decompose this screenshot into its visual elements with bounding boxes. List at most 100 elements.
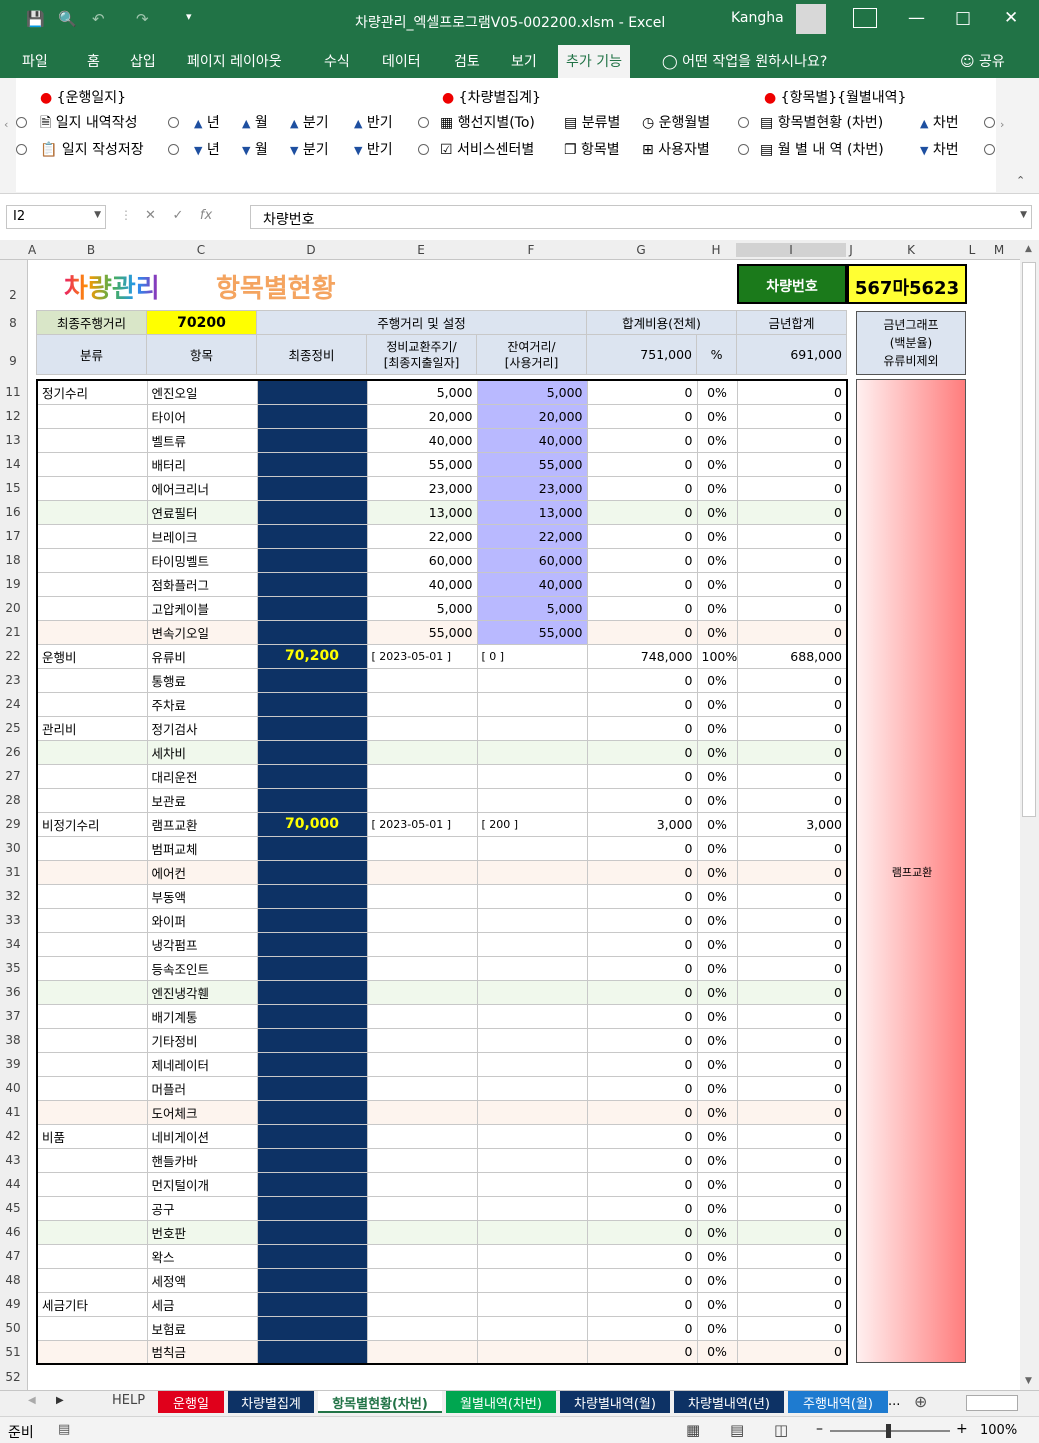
row-header[interactable]: 8 — [0, 316, 26, 330]
log-save-button[interactable]: 📋 일지 작성저장 — [40, 139, 144, 159]
last-service-cell[interactable] — [256, 1339, 368, 1365]
last-service-cell[interactable] — [256, 571, 368, 597]
category-cell[interactable] — [36, 571, 148, 597]
year-total-cell[interactable]: 0 — [736, 427, 848, 453]
user-button[interactable]: ⊞ 사용자별 — [642, 139, 710, 159]
year-total-cell[interactable]: 0 — [736, 547, 848, 573]
total-cost-cell[interactable]: 0 — [586, 907, 698, 933]
percent-cell[interactable]: 0% — [696, 403, 738, 429]
last-service-cell[interactable]: 70,200 — [256, 643, 368, 669]
year-total-cell[interactable]: 0 — [736, 571, 848, 597]
year-total-cell[interactable]: 0 — [736, 619, 848, 645]
last-service-cell[interactable] — [256, 1219, 368, 1245]
remaining-cell[interactable]: 22,000 — [476, 523, 588, 549]
remaining-cell[interactable] — [476, 1099, 588, 1125]
row-header[interactable]: 46 — [0, 1225, 26, 1239]
row-header[interactable]: 50 — [0, 1321, 26, 1335]
year-total-cell[interactable]: 0 — [736, 691, 848, 717]
total-cost-cell[interactable]: 0 — [586, 979, 698, 1005]
year-total-cell[interactable]: 0 — [736, 499, 848, 525]
percent-cell[interactable]: 0% — [696, 1123, 738, 1149]
last-service-cell[interactable] — [256, 691, 368, 717]
row-header[interactable]: 31 — [0, 865, 26, 879]
year-total-cell[interactable]: 0 — [736, 1123, 848, 1149]
year-total-cell[interactable]: 0 — [736, 1219, 848, 1245]
radio-group3-c[interactable] — [984, 114, 995, 130]
cycle-cell[interactable] — [366, 1051, 478, 1077]
sheet-tab[interactable]: 월별내역(차번) — [446, 1391, 556, 1413]
tab-review[interactable]: 검토 — [454, 51, 480, 71]
percent-cell[interactable]: 0% — [696, 667, 738, 693]
cycle-cell[interactable]: 55,000 — [366, 619, 478, 645]
percent-cell[interactable]: 0% — [696, 1219, 738, 1245]
last-service-cell[interactable] — [256, 763, 368, 789]
item-cell[interactable]: 도어체크 — [146, 1099, 258, 1125]
quarter-down-button[interactable]: ▼ 분기 — [290, 139, 329, 159]
total-cost-cell[interactable]: 0 — [586, 595, 698, 621]
last-service-cell[interactable] — [256, 1027, 368, 1053]
sheet-tab[interactable]: 운행일지 — [158, 1391, 224, 1431]
percent-cell[interactable]: 0% — [696, 787, 738, 813]
year-total-cell[interactable]: 688,000 — [736, 643, 848, 669]
category-cell[interactable] — [36, 595, 148, 621]
item-cell[interactable]: 공구 — [146, 1195, 258, 1221]
category-cell[interactable] — [36, 691, 148, 717]
item-cell[interactable]: 제네레이터 — [146, 1051, 258, 1077]
total-cost-cell[interactable]: 0 — [586, 1195, 698, 1221]
item-cell[interactable]: 네비게이션 — [146, 1123, 258, 1149]
cycle-cell[interactable] — [366, 883, 478, 909]
year-total-cell[interactable]: 0 — [736, 403, 848, 429]
year-total-cell[interactable]: 0 — [736, 1315, 848, 1341]
item-cell[interactable]: 타이밍벨트 — [146, 547, 258, 573]
item-cell[interactable]: 벨트류 — [146, 427, 258, 453]
col-header-f[interactable]: F — [476, 243, 586, 257]
last-service-cell[interactable] — [256, 883, 368, 909]
year-total-cell[interactable]: 3,000 — [736, 811, 848, 837]
row-header[interactable]: 34 — [0, 937, 26, 951]
last-service-cell[interactable] — [256, 1003, 368, 1029]
total-cost-cell[interactable]: 0 — [586, 667, 698, 693]
tab-page-layout[interactable]: 페이지 레이아웃 — [187, 51, 282, 71]
row-header[interactable]: 30 — [0, 841, 26, 855]
percent-cell[interactable]: 0% — [696, 763, 738, 789]
year-total-cell[interactable]: 0 — [736, 1243, 848, 1269]
last-service-cell[interactable] — [256, 379, 368, 405]
percent-cell[interactable]: 0% — [696, 571, 738, 597]
percent-cell[interactable]: 100% — [696, 643, 738, 669]
item-cell[interactable]: 와이퍼 — [146, 907, 258, 933]
remaining-cell[interactable]: 60,000 — [476, 547, 588, 573]
percent-cell[interactable]: 0% — [696, 811, 738, 837]
save-icon[interactable]: 💾 — [26, 10, 45, 28]
category-cell[interactable]: 정기수리 — [36, 379, 148, 405]
percent-cell[interactable]: 0% — [696, 1099, 738, 1125]
col-header-i[interactable]: I — [736, 243, 846, 257]
total-cost-cell[interactable]: 0 — [586, 1339, 698, 1365]
item-cell[interactable]: 통행료 — [146, 667, 258, 693]
cycle-cell[interactable] — [366, 1075, 478, 1101]
horizontal-scrollbar[interactable] — [966, 1395, 1018, 1411]
row-header[interactable]: 33 — [0, 913, 26, 927]
category-cell[interactable] — [36, 955, 148, 981]
col-header-d[interactable]: D — [256, 243, 366, 257]
percent-cell[interactable]: 0% — [696, 859, 738, 885]
redo-icon[interactable]: ↷ — [136, 10, 149, 28]
item-cell[interactable]: 등속조인트 — [146, 955, 258, 981]
year-total-cell[interactable]: 0 — [736, 739, 848, 765]
item-cell[interactable]: 보험료 — [146, 1315, 258, 1341]
category-cell[interactable] — [36, 763, 148, 789]
category-cell[interactable] — [36, 547, 148, 573]
minimize-icon[interactable]: — — [908, 8, 925, 28]
remaining-cell[interactable] — [476, 907, 588, 933]
row-header[interactable]: 9 — [0, 354, 26, 368]
percent-cell[interactable]: 0% — [696, 379, 738, 405]
year-total-cell[interactable]: 0 — [736, 1051, 848, 1077]
radio-group3-a[interactable] — [738, 114, 749, 130]
row-header[interactable]: 25 — [0, 721, 26, 735]
year-total-cell[interactable]: 0 — [736, 931, 848, 957]
row-header[interactable]: 24 — [0, 697, 26, 711]
item-button[interactable]: ❐ 항목별 — [564, 139, 620, 159]
last-service-cell[interactable] — [256, 1267, 368, 1293]
total-cost-cell[interactable]: 0 — [586, 1027, 698, 1053]
last-service-cell[interactable] — [256, 979, 368, 1005]
maximize-icon[interactable]: □ — [955, 8, 971, 28]
